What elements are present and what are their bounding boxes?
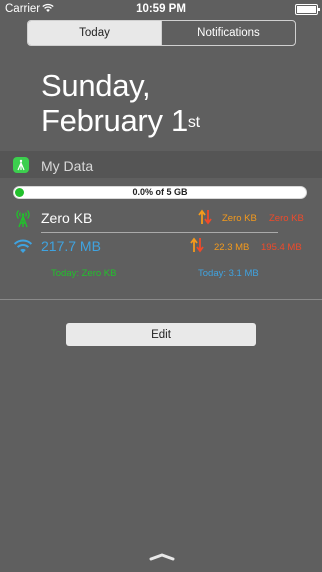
- view-switcher: Today Notifications: [27, 20, 296, 46]
- wifi-total: 217.7 MB: [41, 238, 101, 254]
- row-divider: [41, 232, 278, 233]
- cellular-transfer-arrows-icon: [198, 209, 212, 225]
- date-month-day: February 1st: [41, 103, 200, 138]
- wifi-today: Today: 3.1 MB: [198, 268, 259, 279]
- status-bar: Carrier 10:59 PM: [0, 0, 322, 18]
- tab-today[interactable]: Today: [28, 21, 161, 45]
- cellular-download: Zero KB: [269, 213, 304, 224]
- cellular-upload: Zero KB: [222, 213, 257, 224]
- clock: 10:59 PM: [136, 3, 186, 15]
- cellular-tower-icon: [16, 210, 30, 228]
- wifi-upload: 22.3 MB: [214, 242, 250, 253]
- cellular-total: Zero KB: [41, 210, 93, 226]
- data-usage-progress[interactable]: 0.0% of 5 GB: [13, 186, 307, 199]
- edit-button[interactable]: Edit: [66, 323, 256, 346]
- section-separator: [0, 299, 322, 300]
- grabber-handle-icon[interactable]: [149, 553, 175, 561]
- my-data-app-icon: [13, 157, 29, 173]
- tab-notifications[interactable]: Notifications: [161, 21, 295, 45]
- cellular-today: Today: Zero KB: [51, 268, 117, 279]
- battery-icon: [295, 4, 320, 15]
- wifi-download: 195.4 MB: [261, 242, 302, 253]
- progress-label: 0.0% of 5 GB: [132, 187, 188, 197]
- widget-title: My Data: [41, 158, 94, 174]
- date-heading: Sunday, February 1st: [41, 68, 200, 138]
- wifi-transfer-arrows-icon: [190, 237, 204, 253]
- date-weekday: Sunday,: [41, 68, 151, 103]
- wifi-icon: [13, 239, 33, 253]
